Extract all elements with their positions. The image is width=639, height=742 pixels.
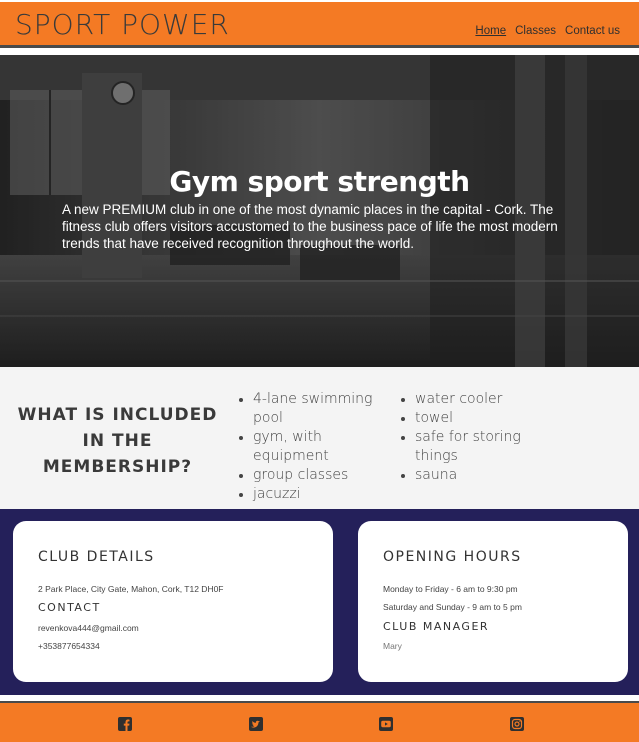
membership-section: WHAT IS INCLUDED IN THE MEMBERSHIP? 4-la… — [0, 367, 639, 509]
list-item: 4-lane swimming pool — [239, 390, 399, 428]
hero-section: Gym sport strength A new PREMIUM club in… — [0, 55, 639, 367]
list-item: gym, with equipment — [239, 428, 399, 466]
list-item: jacuzzi — [239, 485, 399, 504]
club-manager-title: CLUB MANAGER — [383, 620, 490, 633]
contact-phone[interactable]: +353877654334 — [38, 641, 100, 651]
nav-classes-link[interactable]: Classes — [515, 25, 556, 37]
twitter-icon[interactable] — [249, 717, 263, 731]
opening-hours-title: OPENING HOURS — [383, 549, 522, 565]
list-item: towel — [401, 409, 521, 428]
list-item: group classes — [239, 466, 399, 485]
nav-contact-link[interactable]: Contact us — [565, 25, 620, 37]
site-header: SPORT POWER Home Classes Contact us — [0, 2, 639, 48]
contact-email[interactable]: revenkova444@gmail.com — [38, 623, 139, 633]
nav-home-link[interactable]: Home — [475, 25, 506, 37]
club-address: 2 Park Place, City Gate, Mahon, Cork, T1… — [38, 584, 224, 594]
instagram-icon[interactable] — [510, 717, 524, 731]
opening-hours-card: OPENING HOURS Monday to Friday - 6 am to… — [358, 521, 628, 682]
youtube-icon[interactable] — [379, 717, 393, 731]
list-item: water cooler — [401, 390, 521, 409]
club-details-card: CLUB DETAILS 2 Park Place, City Gate, Ma… — [13, 521, 333, 682]
facebook-icon[interactable] — [118, 717, 132, 731]
hours-weekend: Saturday and Sunday - 9 am to 5 pm — [383, 602, 522, 612]
hero-description: A new PREMIUM club in one of the most dy… — [62, 202, 558, 251]
list-item: sauna — [401, 466, 521, 485]
main-nav: Home Classes Contact us — [475, 25, 620, 37]
club-details-title: CLUB DETAILS — [38, 549, 155, 565]
membership-title: WHAT IS INCLUDED IN THE MEMBERSHIP? — [17, 405, 218, 477]
membership-list-secondary: water cooler towel safe for storing thin… — [401, 390, 521, 485]
site-footer — [0, 701, 639, 742]
list-item: safe for storing things — [401, 428, 521, 466]
hours-weekdays: Monday to Friday - 6 am to 9:30 pm — [383, 584, 518, 594]
membership-list-primary: 4-lane swimming pool gym, with equipment… — [239, 390, 399, 504]
site-logo[interactable]: SPORT POWER — [15, 8, 230, 41]
details-section: CLUB DETAILS 2 Park Place, City Gate, Ma… — [0, 509, 639, 695]
club-manager-name: Mary — [383, 641, 402, 651]
contact-title: CONTACT — [38, 601, 101, 614]
hero-title: Gym sport strength — [169, 165, 470, 198]
